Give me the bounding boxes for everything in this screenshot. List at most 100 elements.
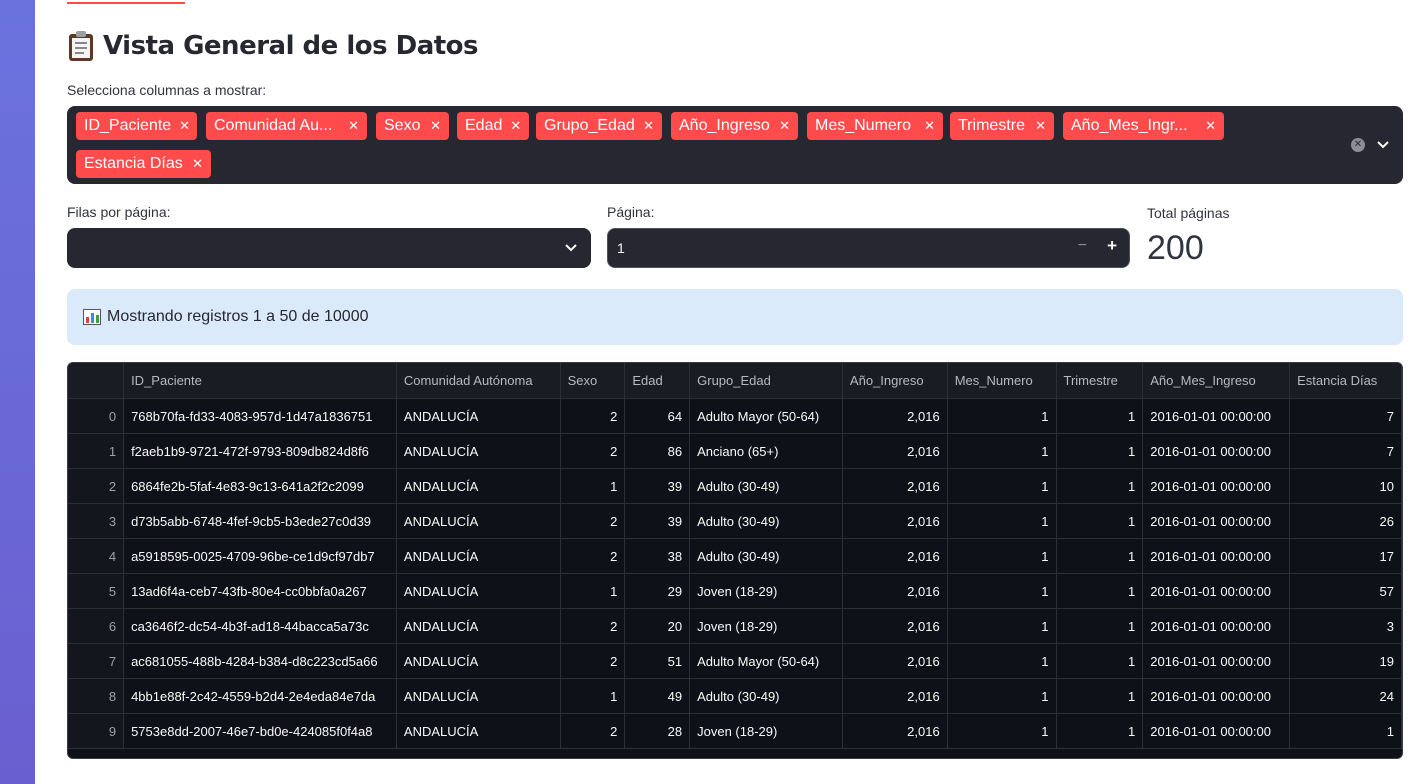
column-header[interactable]: Año_Mes_Ingreso <box>1142 363 1291 399</box>
table-cell[interactable]: Adulto (30-49) <box>689 468 843 504</box>
table-cell[interactable]: 1 <box>947 573 1057 609</box>
table-cell[interactable]: Adulto (30-49) <box>689 503 843 539</box>
table-cell[interactable]: 1 <box>947 713 1057 749</box>
column-header[interactable]: Mes_Numero <box>947 363 1057 399</box>
row-index[interactable]: 6 <box>68 608 125 644</box>
table-cell[interactable]: 51 <box>624 643 691 679</box>
table-cell[interactable]: 26 <box>1289 503 1402 539</box>
table-cell[interactable]: 1 <box>1056 398 1144 434</box>
column-tag[interactable]: Año_Mes_Ingr... ✕ <box>1063 112 1224 140</box>
table-cell[interactable]: 1 <box>1056 643 1144 679</box>
clear-all-icon[interactable]: ✕ <box>1351 138 1365 152</box>
table-cell[interactable]: ca3646f2-dc54-4b3f-ad18-44bacca5a73c <box>123 608 397 644</box>
table-row[interactable]: 9 5753e8dd-2007-46e7-bd0e-424085f0f4a8 AND… <box>68 713 1402 749</box>
table-cell[interactable]: 2,016 <box>842 678 948 714</box>
table-cell[interactable]: 2016-01-01 00:00:00 <box>1142 538 1291 574</box>
table-row[interactable]: 8 4bb1e88f-2c42-4559-b2d4-2e4eda84e7da AND… <box>68 678 1402 714</box>
table-cell[interactable]: Adulto (30-49) <box>689 538 843 574</box>
table-cell[interactable]: 1 <box>1056 433 1144 469</box>
table-cell[interactable]: ANDALUCÍA <box>396 538 561 574</box>
rows-per-page-select[interactable]: 50 <box>67 228 591 268</box>
column-header[interactable]: Sexo <box>560 363 626 399</box>
table-cell[interactable]: 1 <box>1056 538 1144 574</box>
table-cell[interactable]: 7 <box>1289 398 1402 434</box>
table-cell[interactable]: d73b5abb-6748-4fef-9cb5-b3ede27c0d39 <box>123 503 397 539</box>
row-index[interactable]: 0 <box>68 398 125 434</box>
table-cell[interactable]: 7 <box>1289 433 1402 469</box>
table-cell[interactable]: 2016-01-01 00:00:00 <box>1142 713 1291 749</box>
row-index[interactable]: 3 <box>68 503 125 539</box>
table-cell[interactable]: 24 <box>1289 678 1402 714</box>
table-cell[interactable]: 1 <box>1056 468 1144 504</box>
table-cell[interactable]: a5918595-0025-4709-96be-ce1d9cf97db7 <box>123 538 397 574</box>
table-cell[interactable]: 2016-01-01 00:00:00 <box>1142 608 1291 644</box>
table-cell[interactable]: ANDALUCÍA <box>396 433 561 469</box>
table-cell[interactable]: 13ad6f4a-ceb7-43fb-80e4-cc0bbfa0a267 <box>123 573 397 609</box>
table-cell[interactable]: 1 <box>1289 713 1402 749</box>
table-cell[interactable]: 1 <box>947 608 1057 644</box>
table-cell[interactable]: 2,016 <box>842 643 948 679</box>
table-cell[interactable]: ANDALUCÍA <box>396 468 561 504</box>
remove-tag-icon[interactable]: ✕ <box>171 118 190 134</box>
table-row[interactable]: 3 d73b5abb-6748-4fef-9cb5-b3ede27c0d39 AND… <box>68 503 1402 539</box>
table-row[interactable]: 0 768b70fa-fd33-4083-957d-1d47a1836751 AND… <box>68 398 1402 434</box>
table-cell[interactable]: 1 <box>947 643 1057 679</box>
table-cell[interactable]: Adulto Mayor (50-64) <box>689 643 843 679</box>
table-cell[interactable]: 1 <box>560 573 626 609</box>
table-cell[interactable]: Adulto Mayor (50-64) <box>689 398 843 434</box>
table-cell[interactable]: 1 <box>947 398 1057 434</box>
table-cell[interactable]: 5753e8dd-2007-46e7-bd0e-424085f0f4a8 <box>123 713 397 749</box>
table-cell[interactable]: 1 <box>947 678 1057 714</box>
table-cell[interactable]: 2 <box>560 713 626 749</box>
column-header[interactable]: Estancia Días <box>1289 363 1402 399</box>
table-cell[interactable]: Anciano (65+) <box>689 433 843 469</box>
table-cell[interactable]: 1 <box>1056 608 1144 644</box>
table-cell[interactable]: 2016-01-01 00:00:00 <box>1142 573 1291 609</box>
remove-tag-icon[interactable]: ✕ <box>916 118 935 134</box>
table-cell[interactable]: ANDALUCÍA <box>396 643 561 679</box>
remove-tag-icon[interactable]: ✕ <box>1027 118 1046 134</box>
table-cell[interactable]: 29 <box>624 573 691 609</box>
table-cell[interactable]: ANDALUCÍA <box>396 713 561 749</box>
table-cell[interactable]: ANDALUCÍA <box>396 573 561 609</box>
table-cell[interactable]: 19 <box>1289 643 1402 679</box>
table-cell[interactable]: Joven (18-29) <box>689 608 843 644</box>
table-cell[interactable]: 1 <box>947 433 1057 469</box>
table-row[interactable]: 7 ac681055-488b-4284-b384-d8c223cd5a66 AND… <box>68 643 1402 679</box>
column-header[interactable]: Edad <box>624 363 691 399</box>
table-cell[interactable]: 2,016 <box>842 608 948 644</box>
column-tag[interactable]: Sexo ✕ <box>376 112 449 140</box>
table-cell[interactable]: Joven (18-29) <box>689 713 843 749</box>
column-tag[interactable]: ID_Paciente ✕ <box>76 112 197 140</box>
table-cell[interactable]: 1 <box>1056 573 1144 609</box>
column-header[interactable]: Año_Ingreso <box>842 363 948 399</box>
table-cell[interactable]: 20 <box>624 608 691 644</box>
table-cell[interactable]: 2016-01-01 00:00:00 <box>1142 678 1291 714</box>
table-cell[interactable]: 2,016 <box>842 573 948 609</box>
table-cell[interactable]: 6864fe2b-5faf-4e83-9c13-641a2f2c2099 <box>123 468 397 504</box>
table-cell[interactable]: 2016-01-01 00:00:00 <box>1142 643 1291 679</box>
table-cell[interactable]: 2 <box>560 538 626 574</box>
table-cell[interactable]: 2 <box>560 608 626 644</box>
column-tag[interactable]: Estancia Días ✕ <box>76 150 211 178</box>
table-cell[interactable]: 768b70fa-fd33-4083-957d-1d47a1836751 <box>123 398 397 434</box>
table-cell[interactable]: 2,016 <box>842 538 948 574</box>
column-header[interactable]: Comunidad Autónoma <box>396 363 561 399</box>
table-cell[interactable]: 3 <box>1289 608 1402 644</box>
table-cell[interactable]: 86 <box>624 433 691 469</box>
remove-tag-icon[interactable]: ✕ <box>1197 118 1216 134</box>
table-cell[interactable]: 2,016 <box>842 713 948 749</box>
table-cell[interactable]: 1 <box>1056 713 1144 749</box>
chevron-down-icon[interactable] <box>1377 136 1389 152</box>
decrement-button[interactable]: − <box>1078 237 1087 255</box>
table-cell[interactable]: 28 <box>624 713 691 749</box>
row-index[interactable]: 8 <box>68 678 125 714</box>
table-cell[interactable]: 2 <box>560 503 626 539</box>
row-index[interactable]: 4 <box>68 538 125 574</box>
remove-tag-icon[interactable]: ✕ <box>502 118 521 134</box>
table-row[interactable]: 5 13ad6f4a-ceb7-43fb-80e4-cc0bbfa0a267 AND… <box>68 573 1402 609</box>
remove-tag-icon[interactable]: ✕ <box>771 118 790 134</box>
table-cell[interactable]: ANDALUCÍA <box>396 398 561 434</box>
column-tag[interactable]: Edad ✕ <box>457 112 529 140</box>
column-header[interactable]: ID_Paciente <box>123 363 397 399</box>
